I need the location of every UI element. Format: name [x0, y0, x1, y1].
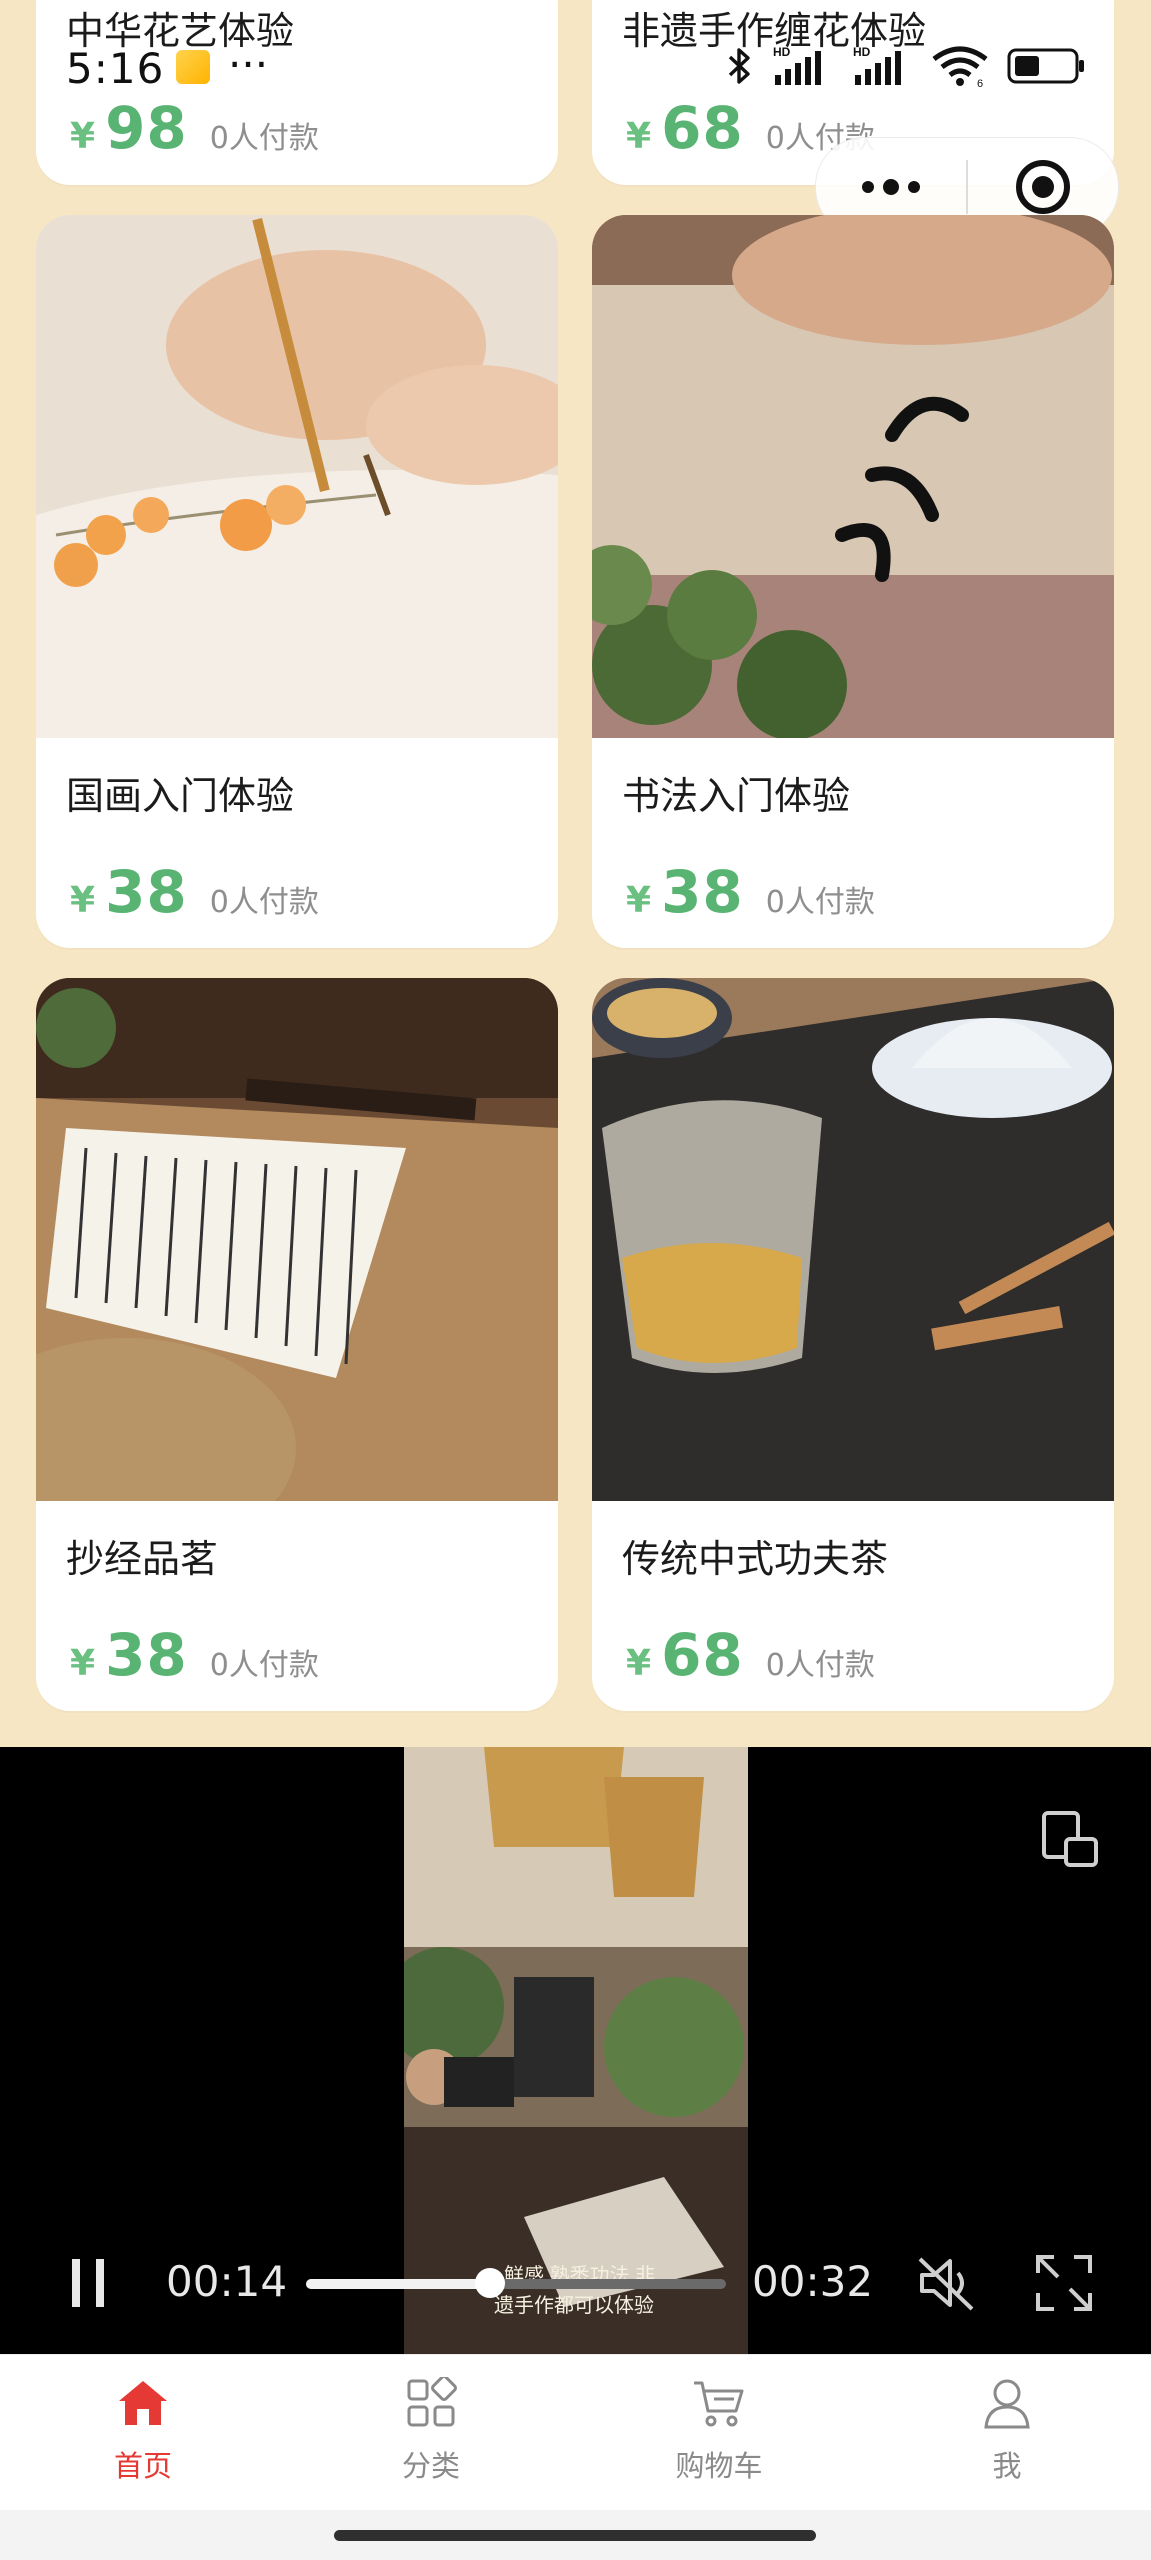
tab-label: 分类: [401, 2449, 460, 2483]
product-price: 38: [661, 858, 744, 926]
currency-symbol: ¥: [626, 116, 652, 157]
pip-icon: [1042, 1811, 1098, 1867]
price-row: ¥ 38 0人付款: [626, 858, 875, 926]
product-title: 抄经品茗: [66, 1537, 219, 1581]
tab-category[interactable]: 分类: [331, 2375, 531, 2485]
product-title: 书法入门体验: [622, 774, 851, 818]
paid-count: 0人付款: [765, 885, 875, 920]
price-row: ¥ 68 0人付款: [626, 1621, 875, 1689]
currency-symbol: ¥: [70, 1643, 96, 1684]
video-controls: 00:14 00:32: [0, 2247, 1151, 2317]
product-price: 68: [661, 1621, 744, 1689]
paid-count: 0人付款: [209, 1648, 319, 1683]
video-duration: 00:32: [752, 2257, 874, 2306]
signal-hd-label: HD: [773, 45, 791, 59]
price-row: ¥ 38 0人付款: [70, 858, 319, 926]
mute-button[interactable]: [914, 2251, 978, 2319]
video-progress-thumb[interactable]: [474, 2268, 505, 2298]
paid-count: 0人付款: [209, 885, 319, 920]
cellular-signal-icon: HD: [771, 45, 833, 87]
product-image: [592, 215, 1114, 738]
product-card[interactable]: 书法入门体验 ¥ 38 0人付款: [592, 215, 1114, 948]
battery-icon: [1007, 47, 1087, 85]
paid-count: 0人付款: [209, 121, 319, 156]
target-close-icon: [1016, 160, 1070, 214]
product-card[interactable]: 国画入门体验 ¥ 38 0人付款: [36, 215, 558, 948]
price-row: ¥ 38 0人付款: [70, 1621, 319, 1689]
product-price: 38: [105, 1621, 188, 1689]
cellular-signal-icon: HD: [851, 45, 913, 87]
product-image: [36, 215, 558, 738]
currency-symbol: ¥: [70, 116, 96, 157]
product-price: 98: [105, 94, 188, 162]
fullscreen-icon: [1036, 2255, 1092, 2311]
grid-icon: [407, 2375, 457, 2427]
tab-home[interactable]: 首页: [43, 2377, 243, 2485]
cart-icon: [694, 2381, 744, 2427]
bluetooth-icon: [727, 46, 753, 86]
product-price: 38: [105, 858, 188, 926]
currency-symbol: ¥: [70, 880, 96, 921]
signal-hd-label: HD: [853, 45, 871, 59]
currency-symbol: ¥: [626, 880, 652, 921]
currency-symbol: ¥: [626, 1643, 652, 1684]
tab-profile[interactable]: 我: [907, 2377, 1107, 2485]
app-notification-icon: [176, 50, 210, 84]
product-card[interactable]: 抄经品茗 ¥ 38 0人付款: [36, 978, 558, 1711]
tab-label: 我: [992, 2449, 1022, 2483]
price-row: ¥ 98 0人付款: [70, 94, 319, 162]
product-card[interactable]: 传统中式功夫茶 ¥ 68 0人付款: [592, 978, 1114, 1711]
product-image: [592, 978, 1114, 1501]
video-current-time: 00:14: [166, 2257, 288, 2306]
product-title: 传统中式功夫茶: [622, 1537, 889, 1581]
paid-count: 0人付款: [765, 1648, 875, 1683]
mute-icon: [918, 2257, 974, 2311]
product-price: 68: [661, 94, 744, 162]
pause-button[interactable]: [66, 2255, 116, 2315]
user-icon: [984, 2379, 1030, 2429]
wifi-badge: 6: [977, 78, 983, 87]
tab-cart[interactable]: 购物车: [619, 2377, 819, 2485]
more-dots-icon: [862, 179, 920, 195]
pause-icon: [72, 2259, 104, 2307]
product-title: 国画入门体验: [66, 774, 295, 818]
video-progress-fill: [306, 2279, 490, 2289]
more-notifications-icon: ···: [228, 40, 269, 89]
picture-in-picture-button[interactable]: [1040, 1809, 1102, 1875]
bottom-tab-bar: 首页 分类 购物车 我: [0, 2354, 1151, 2511]
home-icon: [119, 2381, 167, 2425]
home-indicator[interactable]: [334, 2530, 816, 2541]
fullscreen-button[interactable]: [1032, 2251, 1096, 2319]
status-time: 5:16: [66, 44, 165, 93]
status-icons: HD HD 6: [727, 44, 1087, 88]
video-player[interactable]: 鲜感 熟悉功法 非 遗手作都可以体验 00:14 00:32: [0, 1747, 1151, 2354]
tab-label: 首页: [113, 2449, 172, 2483]
product-image: [36, 978, 558, 1501]
video-progress-bar[interactable]: [306, 2268, 726, 2298]
tab-label: 购物车: [675, 2449, 763, 2483]
wifi-icon: 6: [931, 45, 989, 87]
